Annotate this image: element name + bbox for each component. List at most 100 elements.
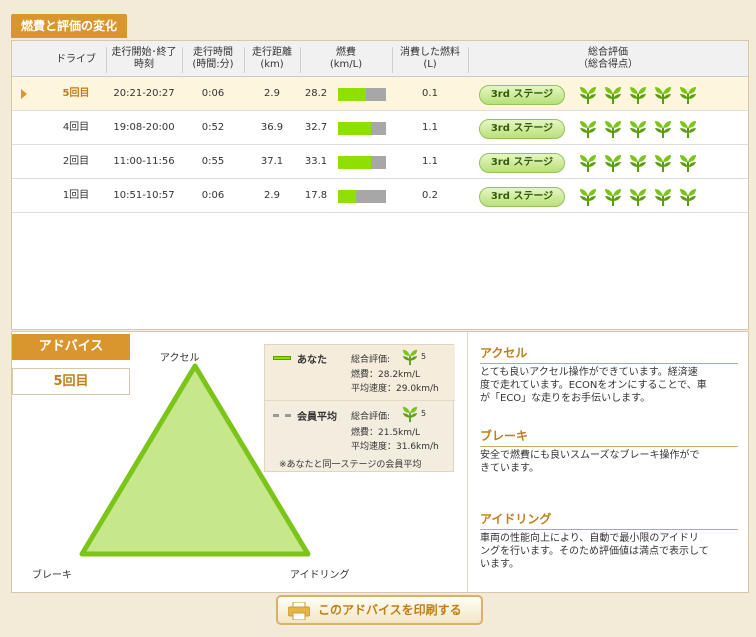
fuel-eff-bar xyxy=(338,88,386,101)
col-duration: 走行時間 (時間:分) xyxy=(192,47,234,70)
leaf-icon xyxy=(603,186,623,208)
section-title: 燃費と評価の変化 xyxy=(11,14,128,38)
cell-fuel-used: 0.1 xyxy=(422,88,438,99)
col-rating: 総合評価 （総合得点） xyxy=(578,47,638,70)
table-row[interactable]: 5回目 20:21-20:27 0:06 2.9 28.2 0.1 3rd ステージ xyxy=(12,77,748,111)
leaf-icon xyxy=(603,152,623,174)
cell-duration: 0:06 xyxy=(201,190,225,201)
selected-arrow-icon xyxy=(21,89,27,99)
leaf-icon xyxy=(603,118,623,140)
cell-drive: 4回目 xyxy=(62,122,90,133)
legend-avg-rating-value: 5 xyxy=(421,409,427,418)
legend-avg-name: 会員平均 xyxy=(297,412,337,423)
leaf-icon xyxy=(628,186,648,208)
stage-button[interactable]: 3rd ステージ xyxy=(479,85,565,105)
cell-fuel-used: 0.2 xyxy=(422,190,438,201)
cell-distance: 2.9 xyxy=(264,88,280,99)
cell-time: 20:21-20:27 xyxy=(113,88,175,99)
printer-icon xyxy=(288,602,310,620)
stage-button[interactable]: 3rd ステージ xyxy=(479,119,565,139)
leaf-icon xyxy=(401,348,419,366)
advice-text-column: アクセル とても良いアクセル操作ができています。経済速 度で走れています。ECO… xyxy=(467,332,749,592)
cell-fuel-eff: 32.7 xyxy=(304,122,328,133)
table-row[interactable]: 4回目 19:08-20:00 0:52 36.9 32.7 1.1 3rd ステージ xyxy=(12,111,748,145)
legend-you-rating-label: 総合評価: xyxy=(351,355,391,365)
leaf-icon xyxy=(653,186,673,208)
table-row[interactable]: 2回目 11:00-11:56 0:55 37.1 33.1 1.1 3rd ステージ xyxy=(12,145,748,179)
print-advice-label: このアドバイスを印刷する xyxy=(318,603,462,617)
col-fuel-eff: 燃費 (km/L) xyxy=(329,47,363,70)
radar-label-idling: アイドリング xyxy=(290,570,350,581)
leaf-icon xyxy=(578,84,598,106)
fuel-eff-bar-fill xyxy=(338,88,367,101)
advice-idling-title: アイドリング xyxy=(480,510,738,530)
col-drive: ドライブ xyxy=(56,54,96,65)
rating-leaves xyxy=(578,152,708,174)
col-fuel-used: 消費した燃料 (L) xyxy=(400,47,460,70)
cell-time: 11:00-11:56 xyxy=(113,156,175,167)
cell-drive: 1回目 xyxy=(62,190,90,201)
cell-fuel-used: 1.1 xyxy=(422,122,438,133)
legend-you-line xyxy=(273,356,291,360)
leaf-icon xyxy=(653,152,673,174)
table-header: ドライブ 走行開始･終了 時刻 走行時間 (時間:分) 走行距離 (km) 燃費 (km… xyxy=(12,41,748,77)
cell-fuel-used: 1.1 xyxy=(422,156,438,167)
leaf-icon xyxy=(578,152,598,174)
rating-leaves xyxy=(578,118,708,140)
leaf-icon xyxy=(678,152,698,174)
leaf-icon xyxy=(578,118,598,140)
rating-leaves xyxy=(578,186,708,208)
legend-you-name: あなた xyxy=(297,355,327,366)
stage-button[interactable]: 3rd ステージ xyxy=(479,187,565,207)
print-advice-button[interactable]: このアドバイスを印刷する xyxy=(276,595,483,625)
leaf-icon xyxy=(628,118,648,140)
history-table: ドライブ 走行開始･終了 時刻 走行時間 (時間:分) 走行距離 (km) 燃費 (km… xyxy=(11,40,749,330)
legend-you-speed: 平均速度：29.0km/h xyxy=(351,384,439,394)
fuel-eff-bar-fill xyxy=(338,122,371,135)
cell-distance: 36.9 xyxy=(260,122,284,133)
cell-distance: 37.1 xyxy=(260,156,284,167)
leaf-icon xyxy=(678,186,698,208)
fuel-eff-bar xyxy=(338,190,386,203)
col-distance: 走行距離 (km) xyxy=(252,47,292,70)
leaf-icon xyxy=(578,186,598,208)
cell-time: 19:08-20:00 xyxy=(113,122,175,133)
table-row[interactable]: 1回目 10:51-10:57 0:06 2.9 17.8 0.2 3rd ステージ xyxy=(12,179,748,213)
rating-leaves xyxy=(578,84,708,106)
advice-brake-text: 安全で燃費にも良いスムーズなブレーキ操作がで きています。 xyxy=(480,450,700,474)
advice-accel-title: アクセル xyxy=(480,344,738,364)
col-time: 走行開始･終了 時刻 xyxy=(111,47,177,70)
leaf-icon xyxy=(678,84,698,106)
leaf-icon xyxy=(678,118,698,140)
leaf-icon xyxy=(401,405,419,423)
legend-you-fuel: 燃費：28.2km/L xyxy=(351,370,421,380)
leaf-icon xyxy=(653,84,673,106)
leaf-icon xyxy=(653,118,673,140)
stage-button[interactable]: 3rd ステージ xyxy=(479,153,565,173)
legend-you-rating-value: 5 xyxy=(421,352,427,361)
cell-duration: 0:06 xyxy=(201,88,225,99)
fuel-eff-bar xyxy=(338,122,386,135)
legend-avg-speed: 平均速度：31.6km/h xyxy=(351,442,439,452)
cell-drive: 5回目 xyxy=(62,88,90,99)
fuel-eff-bar-fill xyxy=(338,156,372,169)
legend-note: ※あなたと同一ステージの会員平均 xyxy=(279,460,422,470)
legend-avg-fuel: 燃費：21.5km/L xyxy=(351,428,421,438)
legend-avg-line xyxy=(273,414,291,417)
cell-drive: 2回目 xyxy=(62,156,90,167)
advice-panel: アドバイス 5回目 アクセル ブレーキ アイドリング あなた 総合評価: 5 燃… xyxy=(11,331,749,593)
fuel-eff-bar xyxy=(338,156,386,169)
legend-avg-rating-label: 総合評価: xyxy=(351,412,391,422)
advice-brake-title: ブレーキ xyxy=(480,427,738,447)
cell-fuel-eff: 17.8 xyxy=(304,190,328,201)
cell-time: 10:51-10:57 xyxy=(113,190,175,201)
leaf-icon xyxy=(628,84,648,106)
cell-distance: 2.9 xyxy=(264,190,280,201)
radar-label-brake: ブレーキ xyxy=(32,570,72,581)
radar-legend: あなた 総合評価: 5 燃費：28.2km/L 平均速度：29.0km/h 会員… xyxy=(264,344,455,472)
cell-fuel-eff: 33.1 xyxy=(304,156,328,167)
cell-duration: 0:55 xyxy=(201,156,225,167)
cell-fuel-eff: 28.2 xyxy=(304,88,328,99)
leaf-icon xyxy=(603,84,623,106)
advice-idling-text: 車両の性能向上により、自動で最小限のアイドリ ングを行います。そのため評価値は満… xyxy=(480,533,709,570)
